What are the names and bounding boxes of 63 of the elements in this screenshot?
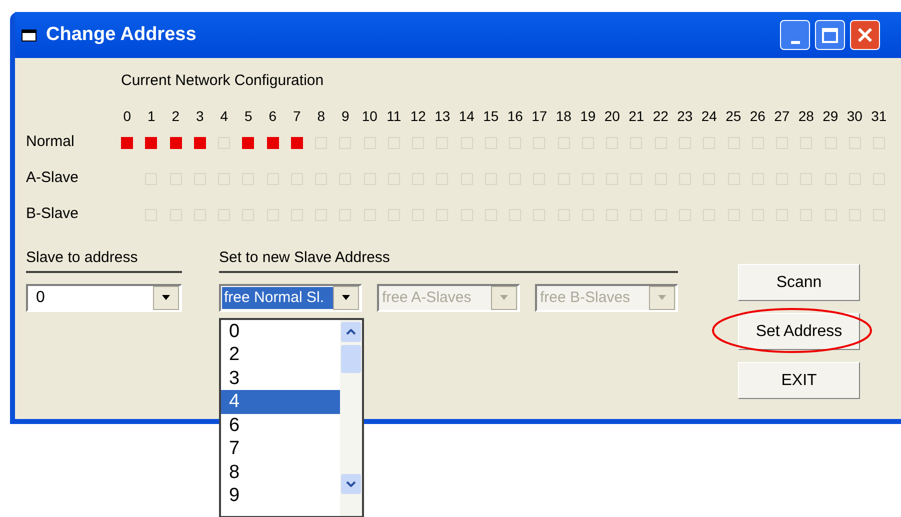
dialog-button[interactable]: Scann [738,264,860,301]
row-label: B-Slave [26,204,80,224]
address-number: 24 [700,106,718,124]
scroll-up-icon[interactable] [341,322,361,342]
address-number: 11 [386,106,402,124]
address-number: 27 [773,106,791,124]
dialog-button[interactable]: EXIT [738,362,860,399]
dropdown-option[interactable]: 0 [221,320,340,343]
dropdown-option[interactable]: 7 [221,437,340,460]
section-heading: Current Network Configuration [121,71,324,91]
dropdown-option[interactable]: 6 [221,414,340,437]
dropdown-option[interactable]: 2 [221,343,340,366]
address-number: 3 [194,106,205,124]
dropdown-option[interactable]: 4 [221,390,340,414]
minimize-icon [790,41,800,44]
address-number: 21 [628,106,646,124]
address-number: 26 [748,106,766,124]
address-number: 20 [603,106,621,124]
dropdown-option[interactable]: 3 [221,366,340,390]
close-button[interactable] [850,20,880,50]
dropdown-option[interactable]: 9 [221,484,340,508]
address-number: 8 [316,106,326,124]
dialog-button[interactable]: Set Address [738,313,860,350]
window-icon [21,28,37,42]
address-number: 31 [870,106,888,124]
address-select[interactable]: free Normal Sl. [219,284,362,312]
scroll-thumb[interactable] [341,344,361,372]
slave-select[interactable]: 0 [26,284,182,312]
address-number: 25 [724,106,742,124]
address-number: 18 [554,106,572,124]
address-number: 12 [409,106,427,124]
address-number: 2 [170,106,181,124]
minimize-button[interactable] [780,20,810,50]
row-label: A-Slave [26,168,80,188]
dropdown-option[interactable]: 8 [221,460,340,484]
address-number: 14 [458,106,476,124]
address-number: 6 [268,106,278,124]
address-number: 19 [579,106,597,124]
address-number: 10 [360,106,378,124]
address-number: 17 [530,106,548,124]
address-number: 16 [506,106,524,124]
close-icon [856,26,874,44]
group-label: Slave to address [26,246,182,273]
group-label: Set to new Slave Address [219,246,678,273]
row-label: Normal [26,132,76,152]
address-number: 23 [676,106,694,124]
maximize-button[interactable] [815,20,845,50]
address-number: 13 [434,106,452,124]
address-number: 28 [797,106,815,124]
address-number: 0 [122,106,132,124]
address-number: 22 [652,106,670,124]
scrollbar[interactable] [340,320,362,516]
address-number: 30 [846,106,864,124]
address-number: 15 [482,106,500,124]
address-number: 29 [822,106,840,124]
address-number: 5 [243,106,254,124]
window-title: Change Address [46,22,196,47]
maximize-icon [822,28,838,42]
address-number: 1 [146,106,156,124]
address-number: 9 [340,106,350,124]
scroll-down-icon[interactable] [341,474,361,494]
address-number: 7 [292,106,302,124]
address-number: 4 [219,106,230,124]
